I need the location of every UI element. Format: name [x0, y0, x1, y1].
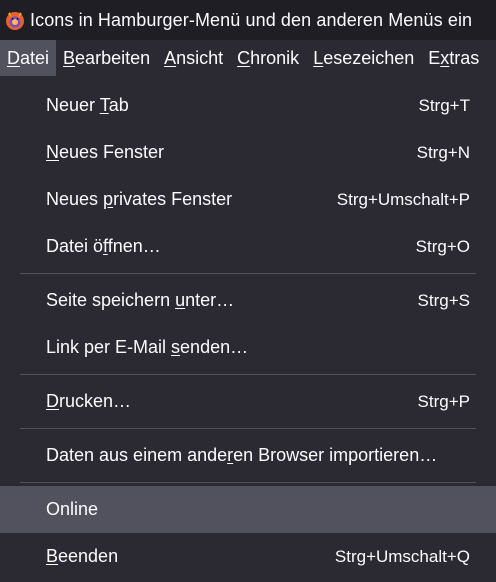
label-accel: D — [46, 391, 59, 411]
menubar-label-accel: L — [313, 48, 324, 68]
menu-item-shortcut: Strg+T — [418, 95, 471, 115]
menubar-item-bearbeiten[interactable]: Bearbeiten — [56, 40, 157, 76]
menu-item-label: Drucken… — [46, 391, 131, 412]
menu-item-label: Neues privates Fenster — [46, 189, 232, 210]
menu-item-shortcut: Strg+N — [416, 142, 470, 162]
menu-item-shortcut: Strg+O — [415, 236, 470, 256]
menu-item-shortcut: Strg+Umschalt+Q — [334, 546, 470, 566]
label-post: nter… — [185, 290, 235, 310]
menubar-label-pre: E — [428, 48, 441, 68]
label-pre: Link per E-Mail — [46, 337, 172, 357]
menu-item-new-tab[interactable]: Neuer Tab Strg+T — [0, 82, 496, 129]
menubar-label-post: nsicht — [176, 48, 224, 68]
label-pre: Neues — [46, 189, 104, 209]
label-accel: s — [171, 337, 181, 357]
label-post: fnen… — [107, 236, 161, 256]
label-post: eues Fenster — [59, 142, 165, 162]
label-post: eenden — [58, 546, 119, 566]
menu-item-new-private-window[interactable]: Neues privates Fenster Strg+Umschalt+P — [0, 176, 496, 223]
title-bar: Icons in Hamburger-Menü und den anderen … — [0, 0, 496, 40]
label-post: ab — [108, 95, 129, 115]
label-post: rivates Fenster — [113, 189, 233, 209]
menu-item-open-file[interactable]: Datei öffnen… Strg+O — [0, 223, 496, 270]
menu-separator — [20, 482, 476, 483]
label-accel: N — [46, 142, 59, 162]
menubar-label-post: esezeichen — [323, 48, 415, 68]
menubar-item-datei[interactable]: Datei — [0, 40, 57, 76]
window-title: Icons in Hamburger-Menü und den anderen … — [30, 9, 473, 30]
menu-item-label: Neuer Tab — [46, 95, 129, 116]
menubar-label-accel: x — [440, 48, 450, 68]
menubar-item-ansicht[interactable]: Ansicht — [157, 40, 230, 76]
menubar-label-post: earbeiten — [75, 48, 151, 68]
menubar-label-post: tras — [449, 48, 480, 68]
menubar-label-post: hronik — [250, 48, 300, 68]
menubar-label-accel: B — [63, 48, 76, 68]
label-accel: u — [175, 290, 186, 310]
menu-bar: Datei Bearbeiten Ansicht Chronik Lesezei… — [0, 40, 496, 76]
menubar-label-accel: C — [237, 48, 251, 68]
menu-item-label: Datei öffnen… — [46, 236, 161, 257]
menu-item-label: Daten aus einem anderen Browser importie… — [46, 445, 437, 466]
menu-item-shortcut: Strg+Umschalt+P — [336, 189, 470, 209]
menu-item-quit[interactable]: Beenden Strg+Umschalt+Q — [0, 533, 496, 580]
label-post: Online — [46, 499, 99, 519]
label-post: en Browser importieren… — [233, 445, 438, 465]
label-pre: Neuer — [46, 95, 100, 115]
menu-item-save-page-as[interactable]: Seite speichern unter… Strg+S — [0, 277, 496, 324]
menubar-label-accel: A — [164, 48, 177, 68]
menu-item-import-browser-data[interactable]: Daten aus einem anderen Browser importie… — [0, 432, 496, 479]
menu-separator — [20, 273, 476, 274]
menubar-item-chronik[interactable]: Chronik — [230, 40, 306, 76]
menu-item-label: Link per E-Mail senden… — [46, 337, 248, 358]
menu-item-shortcut: Strg+P — [417, 391, 470, 411]
menu-item-print[interactable]: Drucken… Strg+P — [0, 378, 496, 425]
menu-item-label: Beenden — [46, 546, 118, 567]
menubar-item-extras[interactable]: Extras — [421, 40, 486, 76]
label-post: enden… — [180, 337, 249, 357]
datei-menu-popup: Neuer Tab Strg+T Neues Fenster Strg+N Ne… — [0, 76, 496, 582]
label-pre: Datei ö — [46, 236, 104, 256]
menu-item-label: Online — [46, 499, 98, 520]
menu-item-email-link[interactable]: Link per E-Mail senden… — [0, 324, 496, 371]
firefox-logo-icon — [4, 9, 26, 31]
label-accel: B — [46, 546, 59, 566]
label-accel: p — [103, 189, 114, 209]
menu-item-label: Seite speichern unter… — [46, 290, 234, 311]
menu-separator — [20, 428, 476, 429]
label-post: rucken… — [59, 391, 132, 411]
menu-item-label: Neues Fenster — [46, 142, 164, 163]
label-pre: Seite speichern — [46, 290, 176, 310]
menubar-label-post: atei — [20, 48, 50, 68]
menu-item-new-window[interactable]: Neues Fenster Strg+N — [0, 129, 496, 176]
menubar-item-lesezeichen[interactable]: Lesezeichen — [306, 40, 421, 76]
label-pre: Daten aus einem ande — [46, 445, 228, 465]
menu-item-shortcut: Strg+S — [417, 290, 470, 310]
menu-item-work-online[interactable]: Online — [0, 486, 496, 533]
menu-separator — [20, 374, 476, 375]
label-accel: T — [99, 95, 109, 115]
menubar-label-accel: D — [7, 48, 20, 68]
